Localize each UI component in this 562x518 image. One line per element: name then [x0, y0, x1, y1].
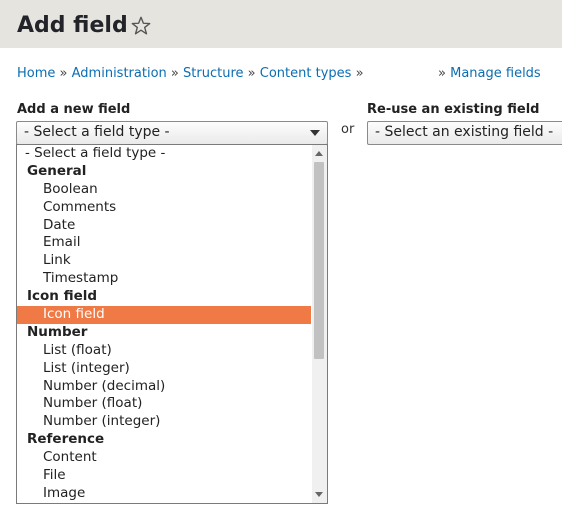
dropdown-option[interactable]: List (float)	[17, 342, 327, 360]
dropdown-option[interactable]: Timestamp	[17, 270, 327, 288]
breadcrumb-structure[interactable]: Structure	[183, 66, 243, 81]
dropdown-option[interactable]: Number (integer)	[17, 413, 327, 431]
breadcrumb-tail: » Manage fields	[438, 66, 541, 82]
scroll-up-arrow-icon[interactable]	[315, 151, 323, 156]
dropdown-option[interactable]: Email	[17, 234, 327, 252]
breadcrumb-manage-fields[interactable]: Manage fields	[450, 66, 541, 81]
add-field-label: Add a new field	[17, 102, 131, 117]
dropdown-group-label: Icon field	[27, 288, 98, 305]
scrollbar-thumb[interactable]	[314, 162, 324, 359]
dropdown-option[interactable]: Number (float)	[17, 395, 327, 413]
page-title: Add field	[17, 13, 128, 38]
dropdown-option[interactable]: Image	[17, 485, 327, 503]
field-type-select[interactable]: - Select a field type -	[16, 121, 328, 145]
field-type-dropdown-list[interactable]: - Select a field type - General Boolean Com…	[16, 144, 328, 504]
breadcrumb: Home » Administration » Structure » Cont…	[17, 66, 364, 82]
existing-field-select-value: - Select an existing field -	[375, 124, 554, 140]
reuse-field-label: Re-use an existing field	[367, 102, 540, 117]
page-header: Add field	[0, 0, 562, 48]
breadcrumb-administration[interactable]: Administration	[72, 66, 167, 81]
dropdown-option[interactable]: Date	[17, 217, 327, 235]
dropdown-option[interactable]: List (integer)	[17, 360, 327, 378]
breadcrumb-separator: »	[438, 66, 446, 81]
dropdown-group-label: Number	[27, 323, 88, 340]
dropdown-scrollbar[interactable]	[312, 145, 327, 503]
breadcrumb-separator: »	[247, 66, 256, 81]
dropdown-option[interactable]: Comments	[17, 199, 327, 217]
dropdown-group-label: General	[27, 162, 87, 179]
breadcrumb-home[interactable]: Home	[17, 66, 55, 81]
dropdown-option[interactable]: File	[17, 467, 327, 485]
breadcrumb-separator: »	[170, 66, 179, 81]
star-icon[interactable]	[130, 15, 152, 37]
existing-field-select[interactable]: - Select an existing field -	[367, 121, 562, 145]
dropdown-group-label: Reference	[27, 431, 105, 448]
dropdown-option[interactable]: Number (decimal)	[17, 378, 327, 396]
dropdown-option[interactable]: Icon field	[17, 306, 311, 324]
breadcrumb-content-types[interactable]: Content types	[260, 66, 352, 81]
field-type-select-value: - Select a field type -	[24, 124, 170, 140]
chevron-down-icon	[310, 130, 320, 136]
breadcrumb-separator: »	[59, 66, 68, 81]
dropdown-option[interactable]: Content	[17, 449, 327, 467]
dropdown-option[interactable]: - Select a field type -	[17, 145, 327, 163]
dropdown-option[interactable]: Boolean	[17, 181, 327, 199]
breadcrumb-separator: »	[355, 66, 364, 81]
dropdown-options: - Select a field type - General Boolean Com…	[17, 145, 327, 503]
dropdown-option[interactable]: Link	[17, 252, 327, 270]
scroll-down-arrow-icon[interactable]	[315, 492, 323, 497]
or-separator: or	[341, 122, 355, 137]
